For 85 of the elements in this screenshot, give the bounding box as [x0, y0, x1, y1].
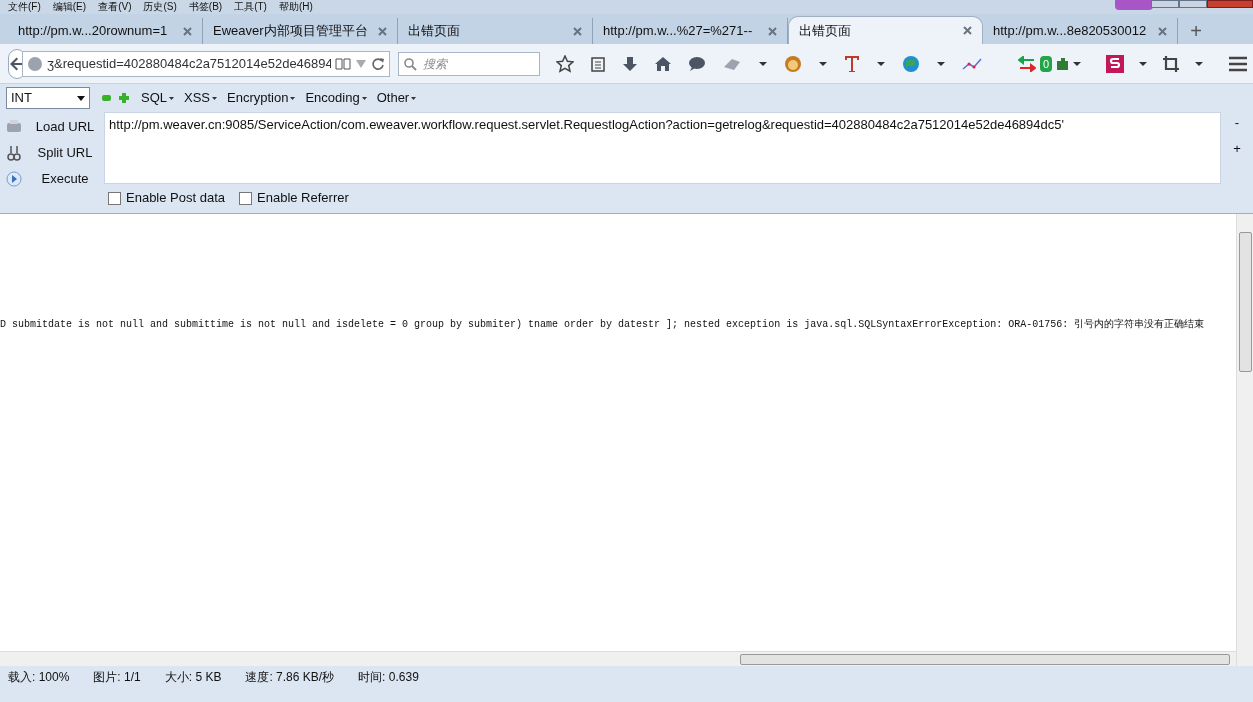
status-text: 时间: 0.639 [358, 669, 419, 686]
reader-icon[interactable] [335, 56, 351, 71]
caret-icon[interactable] [936, 60, 946, 67]
close-icon[interactable] [963, 26, 972, 35]
vertical-scrollbar[interactable] [1236, 214, 1253, 666]
url-text-area[interactable]: http://pm.weaver.cn:9085/ServiceAction/com.eweaver.workflow.request.servlet.RequestlogAction?action=getrelog&requestid=402880484c2a7512014e52de46894dc5' [104, 112, 1221, 184]
tab-label: 出错页面 [408, 22, 460, 41]
caret-icon [411, 96, 417, 100]
close-icon[interactable] [378, 26, 387, 36]
caret-icon[interactable] [1072, 60, 1083, 67]
dropdown-icon[interactable] [355, 58, 367, 69]
caret-icon [169, 96, 174, 100]
scrollbar-thumb[interactable] [1238, 232, 1252, 372]
checkbox-label: Enable Referrer [257, 189, 349, 208]
tab-label: http://pm.w...20rownum=1 [18, 22, 168, 41]
checkbox[interactable] [239, 191, 253, 205]
tab-label: Eweaver内部项目管理平台 [213, 22, 368, 41]
status-text: 速度: 7.86 KB/秒 [245, 669, 335, 686]
star-icon[interactable] [556, 54, 574, 73]
search-field[interactable]: 搜索 [398, 51, 540, 76]
menu-item[interactable]: 查看(V) [98, 1, 132, 13]
status-text: 图片: 1/1 [93, 669, 141, 686]
swap-arrows-icon[interactable] [1018, 55, 1036, 72]
back-arrow-icon [9, 55, 25, 72]
side-button[interactable]: + [1233, 142, 1241, 156]
menu-item[interactable]: 帮助(H) [278, 1, 313, 13]
close-icon[interactable] [183, 26, 192, 36]
new-tab-button[interactable]: + [1178, 18, 1214, 44]
caret-icon[interactable] [818, 60, 828, 67]
search-icon [403, 56, 417, 71]
app-badge[interactable] [1115, 0, 1153, 10]
caret-icon[interactable] [1194, 60, 1205, 67]
checkbox[interactable] [108, 191, 121, 205]
action-button[interactable]: Load URL [30, 117, 100, 137]
caret-icon[interactable] [758, 60, 768, 67]
menu-item[interactable]: 工具(T) [234, 1, 267, 13]
chat-icon[interactable] [688, 55, 706, 72]
download-icon[interactable] [622, 55, 638, 72]
scissors-icon[interactable] [6, 145, 22, 161]
menu-button[interactable]: SQL [141, 88, 174, 108]
line-graph-icon[interactable] [962, 56, 982, 71]
menu-icon[interactable] [1228, 55, 1249, 72]
scrollbar-thumb[interactable] [740, 653, 1230, 665]
menu-item[interactable]: 编辑(E) [52, 1, 87, 13]
caret-icon [212, 96, 218, 100]
menu-item[interactable]: 文件(F) [8, 1, 41, 13]
type-select[interactable]: INT [6, 87, 90, 109]
caret-icon[interactable] [876, 60, 886, 67]
horizontal-scrollbar[interactable] [0, 651, 1236, 666]
puzzle-piece-icon[interactable] [1054, 55, 1071, 72]
clipboard-icon[interactable] [590, 55, 606, 72]
count-badge: 0 [1040, 55, 1053, 72]
tab[interactable]: 出错页面 [788, 16, 983, 44]
tab-label: 出错页面 [799, 21, 851, 40]
error-message: D submitdate is not null and submittime is not null and isdelete = 0 group by submiter) tname order by datestr ]; nested exception is java.sql.SQLSyntaxErrorException: ORA-01756: 引号内的字符串没有正确结束 [0, 317, 1205, 332]
side-button[interactable]: - [1234, 116, 1240, 130]
status-text: 载入: 100% [8, 669, 70, 686]
tab-label: http://pm.w...%27=%271-- [603, 22, 753, 41]
tab-label: http://pm.w...8e820530012 [993, 22, 1147, 41]
action-button[interactable]: Execute [30, 169, 100, 189]
menu-button[interactable]: Encoding [305, 88, 367, 108]
action-button[interactable]: Split URL [30, 143, 100, 163]
caret-icon [77, 95, 85, 101]
plus-icon[interactable] [119, 93, 129, 103]
minimize-button[interactable] [1151, 0, 1179, 8]
caret-icon [290, 96, 296, 100]
close-icon[interactable] [573, 26, 582, 36]
home-icon[interactable] [654, 55, 672, 72]
caret-icon [361, 96, 367, 100]
serif-t-icon[interactable] [844, 54, 860, 73]
status-text: 大小: 5 KB [164, 669, 222, 686]
caret-icon[interactable] [1138, 60, 1149, 67]
close-icon[interactable] [1158, 26, 1167, 36]
play-icon[interactable] [6, 171, 22, 187]
menu-button[interactable]: Encryption [227, 88, 296, 108]
checkbox-label: Enable Post data [126, 189, 226, 208]
reload-icon[interactable] [371, 56, 385, 71]
crop-icon[interactable] [1162, 54, 1181, 73]
menu-button[interactable]: Other [376, 88, 417, 108]
menu-item[interactable]: 书签(B) [188, 1, 223, 13]
menu-button[interactable]: XSS [184, 88, 218, 108]
close-icon[interactable] [768, 26, 777, 36]
menu-item[interactable]: 历史(S) [143, 1, 177, 13]
maximize-button[interactable] [1179, 0, 1207, 8]
s-logo-icon[interactable] [1106, 54, 1125, 73]
